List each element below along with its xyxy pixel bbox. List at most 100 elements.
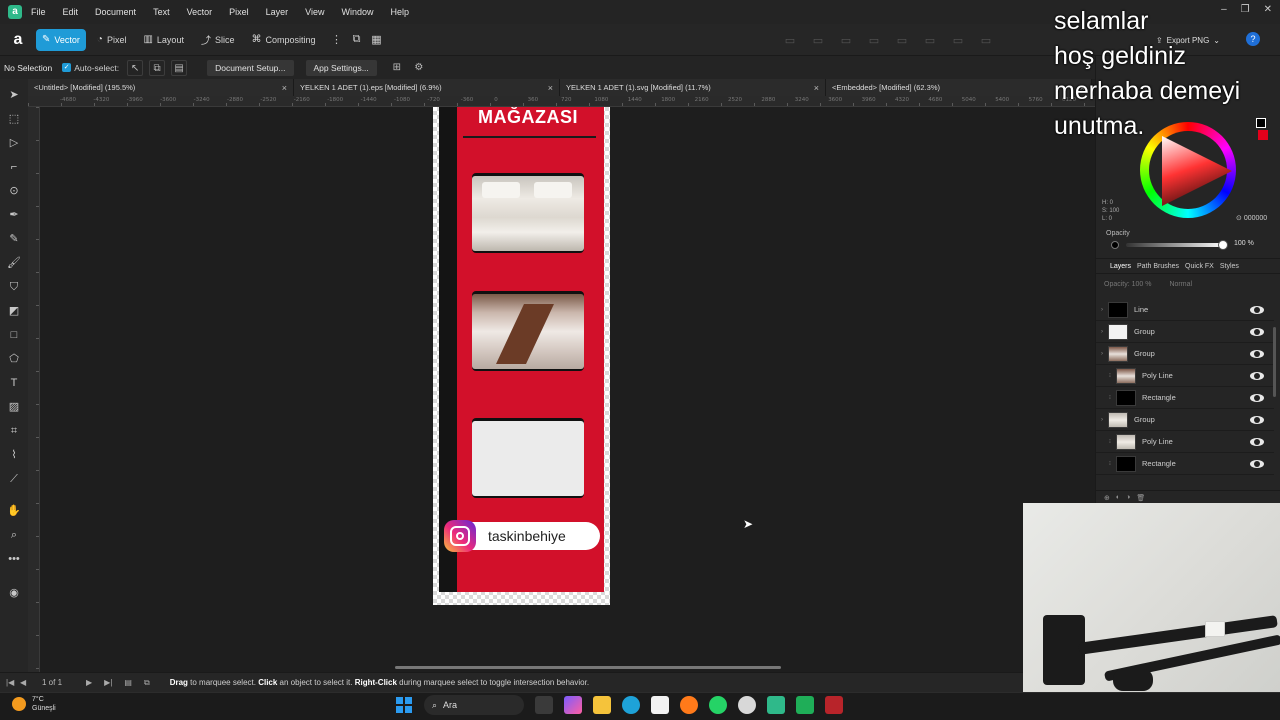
last-page-icon[interactable]: ▶| [104,678,112,687]
pen-tool-icon[interactable]: ✒ [4,205,24,225]
menu-document[interactable]: Document [95,7,136,17]
document-setup-button[interactable]: Document Setup... [207,59,294,76]
layer-row[interactable]: ⁝ Rectangle [1096,453,1274,475]
task-view-icon[interactable] [535,696,553,714]
corner-tool-icon[interactable]: ⌐ [4,157,24,177]
gear-icon[interactable]: ⚙ [411,60,427,76]
persona-compositing-button[interactable]: ⌘ Compositing [245,29,321,51]
whatsapp-icon[interactable] [709,696,727,714]
layer-row[interactable]: › Line [1096,299,1274,321]
layer-type-icon[interactable]: ⁝ [1104,372,1116,379]
rectangle-tool-icon[interactable]: □ [4,325,24,345]
store-icon[interactable] [651,696,669,714]
chrome-icon[interactable] [738,696,756,714]
menu-view[interactable]: View [305,7,324,17]
document-tab[interactable]: YELKEN 1 ADET (1).eps [Modified] (6.9%) × [294,79,560,96]
move-tool-icon[interactable]: ➤ [4,85,24,105]
hand-tool-icon[interactable]: ✋ [4,501,24,521]
visibility-eye-icon[interactable] [1250,371,1264,380]
persona-layout-button[interactable]: ▥ Layout [137,29,189,51]
persona-pixel-button[interactable]: ◔ Pixel [91,29,133,51]
gradient-tool-icon[interactable]: ◩ [4,301,24,321]
intersect-mode-icon[interactable]: ⧉ [149,59,166,76]
expand-arrow-icon[interactable]: › [1096,329,1108,335]
more-icon[interactable]: ⋮ [327,30,347,50]
more-tools-icon[interactable]: ••• [4,549,24,569]
autoselect-toggle[interactable]: ✓ Auto-select: [62,63,119,73]
arrange-icon[interactable]: ▭ [864,30,884,50]
artwork-empty-frame[interactable] [472,418,584,498]
select-mode-icon[interactable]: ↖ [127,59,144,76]
canvas[interactable]: MAĞAZASI taskinbehiye ➤ [40,107,1095,672]
document-tab[interactable]: <Embedded> [Modified] (62.3%) × [826,79,1092,96]
persona-vector-button[interactable]: ✎ Vector [36,28,86,51]
artwork-instagram-badge[interactable]: taskinbehiye [444,520,600,552]
point-transform-icon[interactable]: ⊙ [4,181,24,201]
expand-arrow-icon[interactable]: › [1096,307,1108,313]
color-swatch-icon[interactable]: ◉ [4,583,24,603]
boolean-icon[interactable]: ▭ [920,30,940,50]
horizontal-scrollbar[interactable] [395,666,781,669]
first-page-icon[interactable]: |◀ [6,678,14,687]
menu-window[interactable]: Window [341,7,373,17]
document-tab[interactable]: <Untitled> [Modified] (195.5%) × [28,79,294,96]
visibility-eye-icon[interactable] [1250,437,1264,446]
layers-scrollbar[interactable] [1273,327,1276,397]
align-center-icon[interactable]: ▭ [808,30,828,50]
start-button[interactable] [395,696,413,714]
panel-tab-styles[interactable]: Styles [1220,263,1239,270]
layer-type-icon[interactable]: ⁝ [1104,460,1116,467]
snapping-icon[interactable]: ⧉ [347,30,367,50]
menu-pixel[interactable]: Pixel [229,7,249,17]
layer-row[interactable]: ⁝ Poly Line [1096,431,1274,453]
layer-row[interactable]: ⁝ Rectangle [1096,387,1274,409]
opacity-slider[interactable] [1126,243,1224,247]
artboard[interactable]: MAĞAZASI taskinbehiye [433,107,610,605]
opacity-slider-knob[interactable] [1218,240,1228,250]
prev-page-icon[interactable]: ◀ [20,678,26,687]
layer-mode-icon[interactable]: ▤ [171,59,188,76]
pages-icon[interactable]: ▤ [124,678,132,687]
delete-layer-icon[interactable]: 🗑 [1136,494,1145,502]
expand-arrow-icon[interactable]: › [1096,417,1108,423]
layer-type-icon[interactable]: ⁝ [1104,438,1116,445]
visibility-eye-icon[interactable] [1250,393,1264,402]
align-left-icon[interactable]: ▭ [780,30,800,50]
hex-value[interactable]: ⊙ 000000 [1236,214,1267,222]
adjustment-icon[interactable]: ◑ [1126,494,1130,501]
persona-slice-button[interactable]: ⤴ Slice [195,29,241,51]
distribute-icon[interactable]: ▭ [892,30,912,50]
artwork-title-line[interactable] [463,136,596,138]
menu-layer[interactable]: Layer [266,7,289,17]
menu-file[interactable]: File [31,7,46,17]
pencil-tool-icon[interactable]: ✎ [4,229,24,249]
visibility-eye-icon[interactable] [1250,327,1264,336]
eyedropper-tool-icon[interactable]: ⌇ [4,445,24,465]
layer-row[interactable]: ⁝ Poly Line [1096,365,1274,387]
artwork-table-photo[interactable] [472,291,584,371]
panel-tab-path-brushes[interactable]: Path Brushes [1137,263,1179,270]
document-tab[interactable]: YELKEN 1 ADET (1).svg [Modified] (11.7%)… [560,79,826,96]
next-page-icon[interactable]: ▶ [86,678,92,687]
menu-vector[interactable]: Vector [187,7,213,17]
visibility-eye-icon[interactable] [1250,459,1264,468]
layer-blend-mode[interactable]: Normal [1169,281,1192,295]
layer-row[interactable]: › Group [1096,343,1274,365]
artwork-store-title[interactable]: MAĞAZASI [463,107,593,127]
artboard-tool-icon[interactable]: ⬚ [4,109,24,129]
opacity-value[interactable]: 100 % [1234,240,1254,247]
copilot-icon[interactable] [564,696,582,714]
green-app-icon[interactable] [796,696,814,714]
menu-edit[interactable]: Edit [63,7,79,17]
align-right-icon[interactable]: ▭ [836,30,856,50]
artwork-bed-photo[interactable] [472,173,584,253]
measure-tool-icon[interactable]: ⟋ [4,469,24,489]
archive-app-icon[interactable] [825,696,843,714]
brush-tool-icon[interactable]: 🖌 [4,253,24,273]
close-tab-icon[interactable]: × [282,83,287,93]
edge-icon[interactable] [622,696,640,714]
panel-tab-layers[interactable]: Layers [1110,263,1131,270]
rotate-icon[interactable]: ▭ [976,30,996,50]
affinity-designer-icon[interactable] [767,696,785,714]
layer-row[interactable]: › Group [1096,409,1274,431]
